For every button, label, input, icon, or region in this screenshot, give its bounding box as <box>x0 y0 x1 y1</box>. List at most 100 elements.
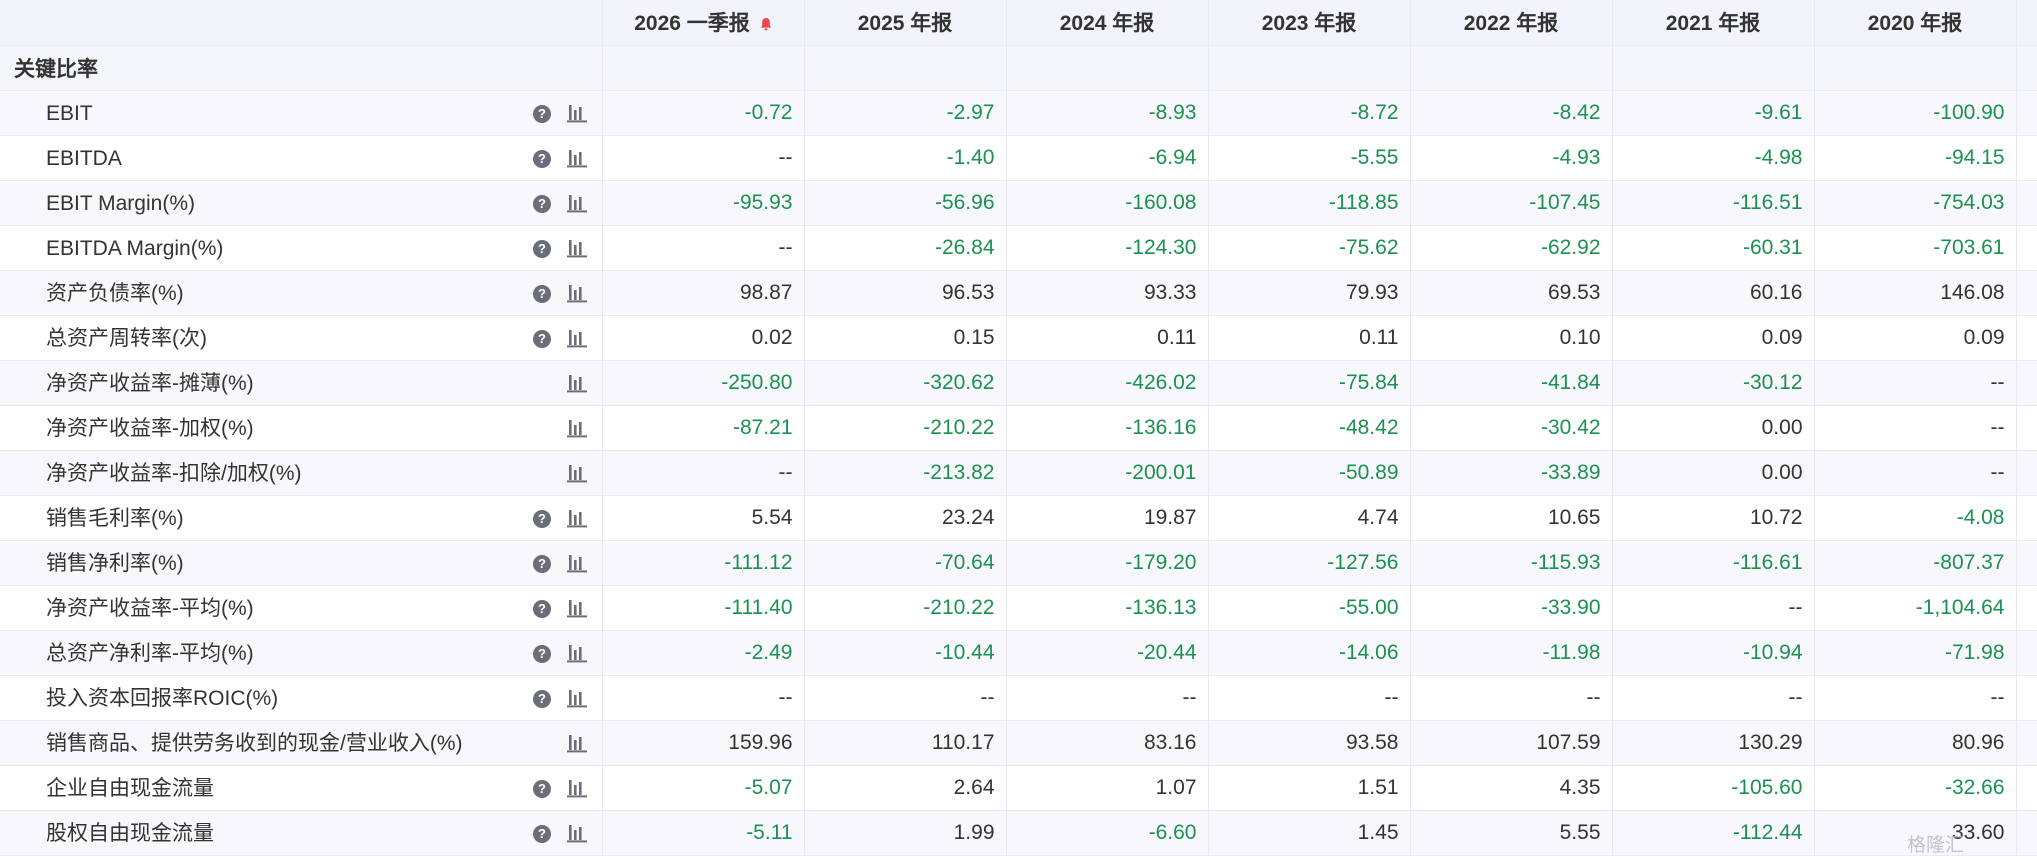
value-cell: -116.51 <box>1612 180 1815 226</box>
value-cell: -8.72 <box>1208 90 1411 136</box>
row-label: 总资产净利率-平均(%) <box>46 641 254 665</box>
bar-chart-icon[interactable] <box>567 779 587 798</box>
value-cell: -4.93 <box>1410 135 1613 181</box>
column-header-label: 2020 年报 <box>1867 12 1963 36</box>
table-row: 总资产周转率(次)? 0.02 0.15 0.11 0.11 0.10 0.09 0.09 <box>0 315 2037 361</box>
value-cell: -75.62 <box>1208 225 1411 271</box>
table-row: 投入资本回报率ROIC(%)? -- -- -- -- -- -- -- <box>0 675 2037 721</box>
value-cell: 96.53 <box>804 270 1007 316</box>
value-cell: -- <box>1814 675 2017 721</box>
question-icon[interactable]: ? <box>533 779 551 798</box>
bar-chart-icon[interactable] <box>567 329 587 348</box>
bar-chart-icon[interactable] <box>567 734 587 753</box>
question-icon[interactable]: ? <box>533 554 551 573</box>
bar-chart-icon[interactable] <box>567 239 587 258</box>
row-label: 净资产收益率-平均(%) <box>46 596 254 620</box>
value-cell: -250.80 <box>602 360 805 406</box>
value-cell: -- <box>602 675 805 721</box>
value-cell: -118.85 <box>1208 180 1411 226</box>
value-cell: -- <box>1612 585 1815 631</box>
bar-chart-icon[interactable] <box>567 464 587 483</box>
value-cell: 0.09 <box>1814 315 2017 361</box>
value-cell: 1.07 <box>1006 765 1209 811</box>
value-cell: -70.64 <box>804 540 1007 586</box>
value-cell: -30.12 <box>1612 360 1815 406</box>
table-row: EBIT? -0.72 -2.97 -8.93 -8.72 -8.42 -9.61 -100.… <box>0 90 2037 136</box>
bar-chart-icon[interactable] <box>567 644 587 663</box>
column-header[interactable]: 2025 年报 <box>804 0 1007 46</box>
row-label: 销售净利率(%) <box>46 551 184 575</box>
question-icon[interactable]: ? <box>533 149 551 168</box>
question-icon[interactable]: ? <box>533 239 551 258</box>
row-label: 净资产收益率-扣除/加权(%) <box>46 461 302 485</box>
bar-chart-icon[interactable] <box>567 104 587 123</box>
column-header[interactable]: 2026 一季报 <box>602 0 805 46</box>
value-cell: 0.15 <box>804 315 1007 361</box>
value-cell: -11.98 <box>1410 630 1613 676</box>
row-label-cell: 投入资本回报率ROIC(%)? <box>0 675 603 721</box>
row-label-cell: EBITDA Margin(%)? <box>0 225 603 271</box>
question-icon[interactable]: ? <box>533 689 551 708</box>
value-cell: 1.45 <box>1208 810 1411 856</box>
value-cell: -160.08 <box>1006 180 1209 226</box>
bar-chart-icon[interactable] <box>567 419 587 438</box>
bell-icon[interactable] <box>760 17 772 31</box>
value-cell: 1.51 <box>1208 765 1411 811</box>
value-cell: 2.64 <box>804 765 1007 811</box>
question-icon[interactable]: ? <box>533 599 551 618</box>
column-header[interactable]: 2024 年报 <box>1006 0 1209 46</box>
row-label: 股权自由现金流量 <box>46 821 214 845</box>
spacer-cell <box>2016 720 2037 766</box>
bar-chart-icon[interactable] <box>567 194 587 213</box>
value-cell: -213.82 <box>804 450 1007 496</box>
row-label-cell: 销售商品、提供劳务收到的现金/营业收入(%) <box>0 720 603 766</box>
column-header[interactable]: 2020 年报 <box>1814 0 2017 46</box>
value-cell: 83.16 <box>1006 720 1209 766</box>
value-cell: -754.03 <box>1814 180 2017 226</box>
spacer-cell <box>2016 495 2037 541</box>
bar-chart-icon[interactable] <box>567 554 587 573</box>
value-cell: 5.54 <box>602 495 805 541</box>
value-cell: -136.16 <box>1006 405 1209 451</box>
value-cell: 0.00 <box>1612 450 1815 496</box>
bar-chart-icon[interactable] <box>567 374 587 393</box>
row-label: 净资产收益率-加权(%) <box>46 416 254 440</box>
question-icon[interactable]: ? <box>533 509 551 528</box>
value-cell: -4.98 <box>1612 135 1815 181</box>
table-row: 企业自由现金流量? -5.07 2.64 1.07 1.51 4.35 -105.60 -32… <box>0 765 2037 811</box>
value-cell: -115.93 <box>1410 540 1613 586</box>
value-cell: -107.45 <box>1410 180 1613 226</box>
table-row: 销售商品、提供劳务收到的现金/营业收入(%) 159.96 110.17 83.16 9… <box>0 720 2037 766</box>
question-icon[interactable]: ? <box>533 104 551 123</box>
value-cell: -200.01 <box>1006 450 1209 496</box>
section-header-row: 关键比率 <box>0 45 2037 91</box>
column-header[interactable]: 2022 年报 <box>1410 0 1613 46</box>
section-spacer-cell <box>1208 45 1411 91</box>
question-icon[interactable]: ? <box>533 644 551 663</box>
value-cell: 0.00 <box>1612 405 1815 451</box>
value-cell: 146.08 <box>1814 270 2017 316</box>
value-cell: -105.60 <box>1612 765 1815 811</box>
question-icon[interactable]: ? <box>533 824 551 843</box>
bar-chart-icon[interactable] <box>567 149 587 168</box>
question-icon[interactable]: ? <box>533 194 551 213</box>
bar-chart-icon[interactable] <box>567 599 587 618</box>
question-icon[interactable]: ? <box>533 329 551 348</box>
row-label: 销售毛利率(%) <box>46 506 184 530</box>
row-label-cell: 资产负债率(%)? <box>0 270 603 316</box>
column-header[interactable]: 2023 年报 <box>1208 0 1411 46</box>
table-row: 净资产收益率-加权(%) -87.21 -210.22 -136.16 -48.42 -3… <box>0 405 2037 451</box>
section-spacer-cell <box>1612 45 1815 91</box>
question-icon[interactable]: ? <box>533 284 551 303</box>
spacer-cell <box>2016 270 2037 316</box>
bar-chart-icon[interactable] <box>567 824 587 843</box>
value-cell: -8.42 <box>1410 90 1613 136</box>
spacer-cell <box>2016 135 2037 181</box>
bar-chart-icon[interactable] <box>567 689 587 708</box>
bar-chart-icon[interactable] <box>567 284 587 303</box>
row-label-cell: 股权自由现金流量? <box>0 810 603 856</box>
column-header-label: 2023 年报 <box>1261 12 1357 36</box>
bar-chart-icon[interactable] <box>567 509 587 528</box>
column-header[interactable]: 2021 年报 <box>1612 0 1815 46</box>
value-cell: -87.21 <box>602 405 805 451</box>
